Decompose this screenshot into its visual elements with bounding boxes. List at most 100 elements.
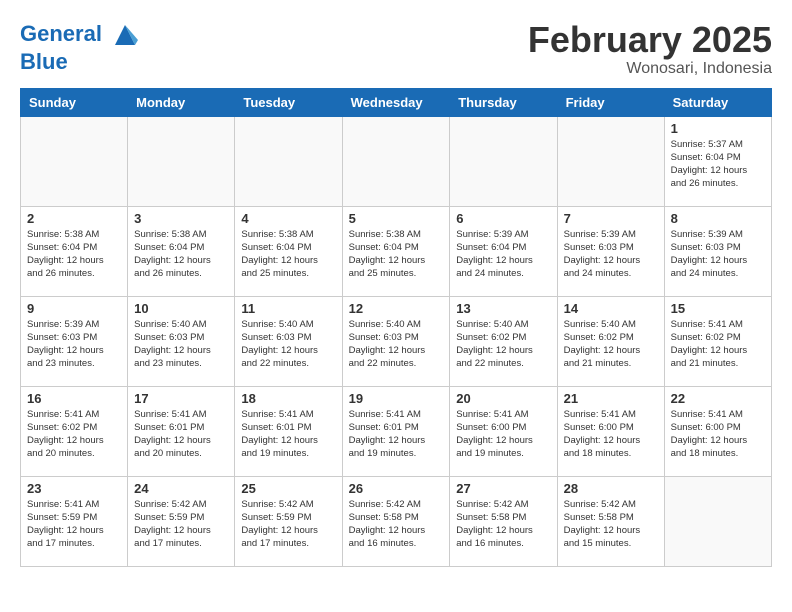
day-info: Sunrise: 5:41 AM Sunset: 6:01 PM Dayligh… xyxy=(349,408,444,461)
calendar-cell: 3 Sunrise: 5:38 AM Sunset: 6:04 PM Daylig… xyxy=(128,206,235,296)
day-number: 6 xyxy=(456,211,550,226)
day-number: 9 xyxy=(27,301,121,316)
day-info: Sunrise: 5:40 AM Sunset: 6:02 PM Dayligh… xyxy=(564,318,658,371)
calendar-cell xyxy=(128,116,235,206)
calendar-cell: 16Sunrise: 5:41 AM Sunset: 6:02 PM Dayli… xyxy=(21,386,128,476)
week-row-2: 2 Sunrise: 5:38 AM Sunset: 6:04 PM Daylig… xyxy=(21,206,772,296)
calendar-cell: 10 Sunrise: 5:40 AM Sunset: 6:03 PM Dayli… xyxy=(128,296,235,386)
page-header: General Blue February 2025 Wonosari, Ind… xyxy=(20,20,772,78)
calendar-cell: 9 Sunrise: 5:39 AM Sunset: 6:03 PM Daylig… xyxy=(21,296,128,386)
logo-line1: General xyxy=(20,21,102,46)
day-info: Sunrise: 5:38 AM Sunset: 6:04 PM Dayligh… xyxy=(349,228,444,281)
calendar-cell xyxy=(342,116,450,206)
day-number: 18 xyxy=(241,391,335,406)
calendar-cell: 15Sunrise: 5:41 AM Sunset: 6:02 PM Dayli… xyxy=(664,296,771,386)
day-number: 11 xyxy=(241,301,335,316)
week-row-5: 23 Sunrise: 5:41 AM Sunset: 5:59 PM Dayli… xyxy=(21,476,772,566)
calendar-cell: 19 Sunrise: 5:41 AM Sunset: 6:01 PM Dayli… xyxy=(342,386,450,476)
day-info: Sunrise: 5:41 AM Sunset: 6:00 PM Dayligh… xyxy=(564,408,658,461)
column-header-wednesday: Wednesday xyxy=(342,88,450,116)
column-header-monday: Monday xyxy=(128,88,235,116)
day-number: 22 xyxy=(671,391,765,406)
day-number: 3 xyxy=(134,211,228,226)
calendar-cell: 11 Sunrise: 5:40 AM Sunset: 6:03 PM Dayli… xyxy=(235,296,342,386)
day-number: 28 xyxy=(564,481,658,496)
day-number: 4 xyxy=(241,211,335,226)
calendar-cell xyxy=(450,116,557,206)
day-info: Sunrise: 5:39 AM Sunset: 6:03 PM Dayligh… xyxy=(564,228,658,281)
day-number: 27 xyxy=(456,481,550,496)
calendar-cell: 5 Sunrise: 5:38 AM Sunset: 6:04 PM Daylig… xyxy=(342,206,450,296)
day-number: 5 xyxy=(349,211,444,226)
calendar-cell: 7 Sunrise: 5:39 AM Sunset: 6:03 PM Daylig… xyxy=(557,206,664,296)
week-row-4: 16Sunrise: 5:41 AM Sunset: 6:02 PM Dayli… xyxy=(21,386,772,476)
calendar-cell xyxy=(664,476,771,566)
day-number: 21 xyxy=(564,391,658,406)
day-info: Sunrise: 5:38 AM Sunset: 6:04 PM Dayligh… xyxy=(27,228,121,281)
calendar-cell: 26 Sunrise: 5:42 AM Sunset: 5:58 PM Dayli… xyxy=(342,476,450,566)
calendar-cell: 8 Sunrise: 5:39 AM Sunset: 6:03 PM Daylig… xyxy=(664,206,771,296)
logo: General Blue xyxy=(20,20,140,74)
calendar-cell: 23 Sunrise: 5:41 AM Sunset: 5:59 PM Dayli… xyxy=(21,476,128,566)
day-number: 14 xyxy=(564,301,658,316)
month-title: February 2025 xyxy=(528,20,772,60)
title-area: February 2025 Wonosari, Indonesia xyxy=(528,20,772,78)
calendar-cell: 2 Sunrise: 5:38 AM Sunset: 6:04 PM Daylig… xyxy=(21,206,128,296)
calendar-cell: 21 Sunrise: 5:41 AM Sunset: 6:00 PM Dayli… xyxy=(557,386,664,476)
day-info: Sunrise: 5:39 AM Sunset: 6:03 PM Dayligh… xyxy=(27,318,121,371)
day-number: 25 xyxy=(241,481,335,496)
calendar-table: SundayMondayTuesdayWednesdayThursdayFrid… xyxy=(20,88,772,567)
day-info: Sunrise: 5:40 AM Sunset: 6:03 PM Dayligh… xyxy=(134,318,228,371)
day-number: 7 xyxy=(564,211,658,226)
logo-icon xyxy=(110,20,140,50)
day-info: Sunrise: 5:39 AM Sunset: 6:03 PM Dayligh… xyxy=(671,228,765,281)
location-subtitle: Wonosari, Indonesia xyxy=(528,60,772,78)
day-number: 8 xyxy=(671,211,765,226)
day-info: Sunrise: 5:41 AM Sunset: 6:00 PM Dayligh… xyxy=(671,408,765,461)
calendar-header-row: SundayMondayTuesdayWednesdayThursdayFrid… xyxy=(21,88,772,116)
column-header-sunday: Sunday xyxy=(21,88,128,116)
day-info: Sunrise: 5:40 AM Sunset: 6:03 PM Dayligh… xyxy=(349,318,444,371)
day-info: Sunrise: 5:42 AM Sunset: 5:58 PM Dayligh… xyxy=(349,498,444,551)
day-number: 24 xyxy=(134,481,228,496)
day-number: 1 xyxy=(671,121,765,136)
calendar-cell: 1 Sunrise: 5:37 AM Sunset: 6:04 PM Daylig… xyxy=(664,116,771,206)
day-info: Sunrise: 5:38 AM Sunset: 6:04 PM Dayligh… xyxy=(241,228,335,281)
calendar-cell: 4 Sunrise: 5:38 AM Sunset: 6:04 PM Daylig… xyxy=(235,206,342,296)
day-number: 10 xyxy=(134,301,228,316)
day-number: 2 xyxy=(27,211,121,226)
day-number: 12 xyxy=(349,301,444,316)
calendar-cell xyxy=(557,116,664,206)
calendar-cell: 6Sunrise: 5:39 AM Sunset: 6:04 PM Daylig… xyxy=(450,206,557,296)
day-info: Sunrise: 5:41 AM Sunset: 6:00 PM Dayligh… xyxy=(456,408,550,461)
day-number: 19 xyxy=(349,391,444,406)
calendar-cell: 27 Sunrise: 5:42 AM Sunset: 5:58 PM Dayli… xyxy=(450,476,557,566)
calendar-cell: 25Sunrise: 5:42 AM Sunset: 5:59 PM Dayli… xyxy=(235,476,342,566)
calendar-cell: 20 Sunrise: 5:41 AM Sunset: 6:00 PM Dayli… xyxy=(450,386,557,476)
column-header-saturday: Saturday xyxy=(664,88,771,116)
calendar-cell: 13Sunrise: 5:40 AM Sunset: 6:02 PM Dayli… xyxy=(450,296,557,386)
column-header-thursday: Thursday xyxy=(450,88,557,116)
day-info: Sunrise: 5:40 AM Sunset: 6:03 PM Dayligh… xyxy=(241,318,335,371)
day-number: 17 xyxy=(134,391,228,406)
calendar-cell: 14 Sunrise: 5:40 AM Sunset: 6:02 PM Dayli… xyxy=(557,296,664,386)
day-info: Sunrise: 5:42 AM Sunset: 5:58 PM Dayligh… xyxy=(456,498,550,551)
day-info: Sunrise: 5:41 AM Sunset: 5:59 PM Dayligh… xyxy=(27,498,121,551)
calendar-cell xyxy=(235,116,342,206)
day-info: Sunrise: 5:41 AM Sunset: 6:01 PM Dayligh… xyxy=(134,408,228,461)
calendar-cell: 22 Sunrise: 5:41 AM Sunset: 6:00 PM Dayli… xyxy=(664,386,771,476)
calendar-cell: 28Sunrise: 5:42 AM Sunset: 5:58 PM Dayli… xyxy=(557,476,664,566)
day-info: Sunrise: 5:38 AM Sunset: 6:04 PM Dayligh… xyxy=(134,228,228,281)
day-info: Sunrise: 5:42 AM Sunset: 5:59 PM Dayligh… xyxy=(134,498,228,551)
calendar-cell: 24 Sunrise: 5:42 AM Sunset: 5:59 PM Dayli… xyxy=(128,476,235,566)
day-number: 26 xyxy=(349,481,444,496)
day-info: Sunrise: 5:37 AM Sunset: 6:04 PM Dayligh… xyxy=(671,138,765,191)
day-number: 15 xyxy=(671,301,765,316)
calendar-cell xyxy=(21,116,128,206)
day-info: Sunrise: 5:41 AM Sunset: 6:02 PM Dayligh… xyxy=(27,408,121,461)
column-header-friday: Friday xyxy=(557,88,664,116)
calendar-cell: 18Sunrise: 5:41 AM Sunset: 6:01 PM Dayli… xyxy=(235,386,342,476)
day-number: 20 xyxy=(456,391,550,406)
day-number: 13 xyxy=(456,301,550,316)
day-number: 23 xyxy=(27,481,121,496)
